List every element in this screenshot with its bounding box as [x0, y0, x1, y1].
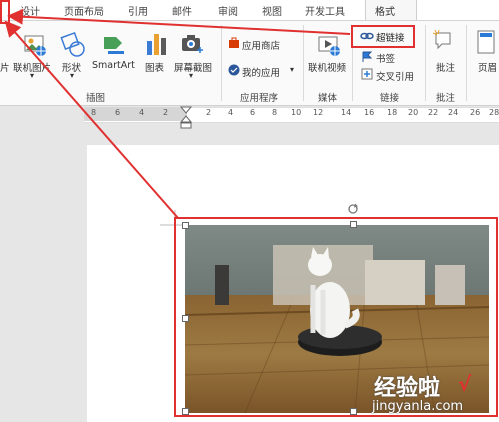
watermark-title: 经验啦: [374, 376, 441, 401]
watermark-url: jingyanla.com: [372, 399, 464, 414]
checkmark-icon: √: [458, 372, 472, 396]
annotation-arrows: [4, 8, 351, 219]
